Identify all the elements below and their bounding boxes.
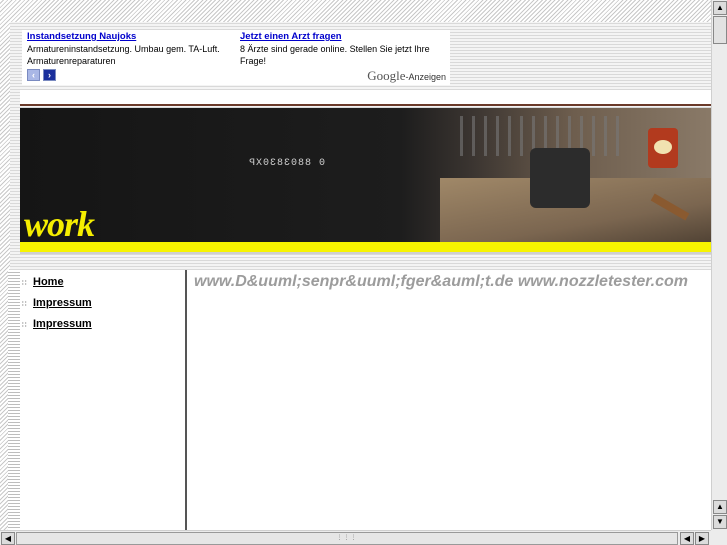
bullet-icon: ∷ bbox=[22, 280, 27, 287]
sidebar-item-label[interactable]: Home bbox=[33, 276, 64, 288]
chevron-right-icon[interactable]: › bbox=[43, 69, 56, 81]
sidebar-item-label[interactable]: Impressum bbox=[33, 318, 92, 330]
ad-text: 8 Ärzte sind gerade online. Stellen Sie … bbox=[240, 44, 430, 66]
banner-display-readout: 0 8803830XP bbox=[248, 158, 326, 169]
header-spacer bbox=[20, 90, 713, 105]
horizontal-scrollbar[interactable]: ◀ ⋮⋮⋮ ◀ ▶ bbox=[0, 530, 711, 545]
ads-suffix: -Anzeigen bbox=[405, 72, 446, 82]
sidebar-item-label[interactable]: Impressum bbox=[33, 297, 92, 309]
main-content: www.D&uuml;senpr&uuml;fger&auml;t.de www… bbox=[187, 270, 713, 530]
page-title: www.D&uuml;senpr&uuml;fger&auml;t.de www… bbox=[194, 273, 688, 290]
chevron-left-icon[interactable]: ‹ bbox=[27, 69, 40, 81]
left-margin bbox=[8, 270, 20, 530]
scroll-left-icon[interactable]: ◀ bbox=[1, 532, 15, 545]
banner-can-image bbox=[648, 128, 678, 168]
ad-item: Jetzt einen Arzt fragen 8 Ärzte sind ger… bbox=[240, 31, 446, 67]
ad-title-link[interactable]: Instandsetzung Naujoks bbox=[27, 31, 235, 43]
scroll-up-icon[interactable]: ▲ bbox=[713, 500, 727, 514]
bullet-icon: ∷ bbox=[22, 322, 27, 329]
ad-item: Instandsetzung Naujoks Armatureninstands… bbox=[27, 31, 235, 67]
banner-word: work bbox=[24, 204, 95, 244]
scroll-right-icon[interactable]: ▶ bbox=[695, 532, 709, 545]
scroll-down-icon[interactable]: ▼ bbox=[713, 515, 727, 529]
horizontal-scroll-thumb[interactable]: ⋮⋮⋮ bbox=[16, 532, 678, 545]
scroll-left-icon[interactable]: ◀ bbox=[680, 532, 694, 545]
bullet-icon: ∷ bbox=[22, 301, 27, 308]
vertical-scrollbar[interactable]: ▲ ▲ ▼ bbox=[711, 0, 727, 530]
header-divider bbox=[20, 104, 713, 106]
scrollbar-corner bbox=[711, 530, 727, 545]
ad-text: Armatureninstandsetzung. Umbau gem. TA-L… bbox=[27, 44, 220, 66]
google-ads-label[interactable]: Google-Anzeigen bbox=[367, 68, 446, 84]
google-logo: Google bbox=[367, 68, 406, 83]
vertical-scroll-thumb[interactable] bbox=[713, 16, 727, 44]
header-banner: 0 8803830XP work bbox=[20, 108, 713, 254]
scroll-up-icon[interactable]: ▲ bbox=[713, 1, 727, 15]
banner-bottom-strip bbox=[20, 252, 713, 254]
google-ads-box: Instandsetzung Naujoks Armatureninstands… bbox=[22, 30, 450, 85]
ad-title-link[interactable]: Jetzt einen Arzt fragen bbox=[240, 31, 446, 43]
banner-vise-image bbox=[530, 148, 590, 208]
sidebar-nav: ∷ Home ∷ Impressum ∷ Impressum bbox=[20, 270, 185, 530]
